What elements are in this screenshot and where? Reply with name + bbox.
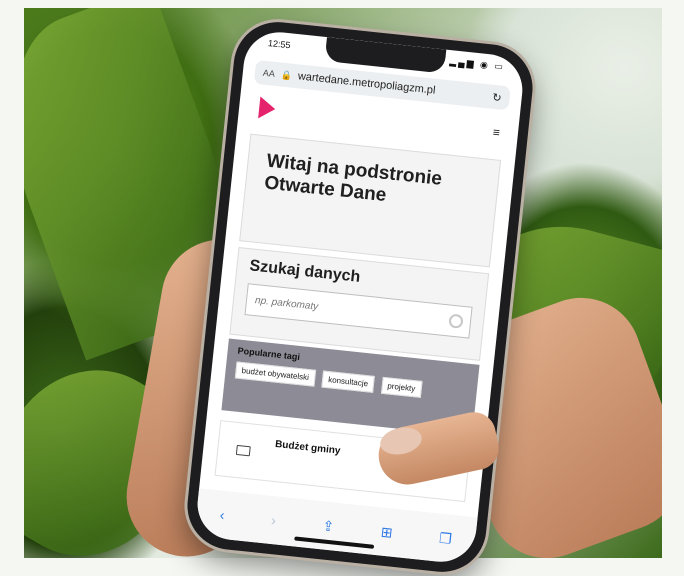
reader-button[interactable]: AA: [262, 68, 275, 79]
site-logo[interactable]: [258, 96, 277, 121]
tag-projekty[interactable]: projekty: [380, 376, 423, 398]
tabs-icon[interactable]: ❐: [438, 529, 452, 547]
status-time: 12:55: [267, 38, 291, 51]
phone-screen: 12:55 ▂▄▆ ◉ ▭ AA 🔒 wartedane.metropoliag…: [194, 28, 526, 566]
url-text: wartedane.metropoliagzm.pl: [297, 70, 437, 97]
forward-icon[interactable]: ›: [270, 512, 276, 528]
back-icon[interactable]: ‹: [219, 507, 225, 523]
welcome-card: Witaj na podstronie Otwarte Dane: [239, 133, 502, 268]
budget-title: Budżet gminy: [274, 438, 341, 457]
reload-icon[interactable]: ↻: [492, 90, 503, 104]
menu-icon[interactable]: ≡: [492, 125, 500, 140]
tag-budzet-obywatelski[interactable]: budżet obywatelski: [234, 361, 316, 387]
share-icon[interactable]: ⇪: [322, 517, 335, 535]
smartphone: 12:55 ▂▄▆ ◉ ▭ AA 🔒 wartedane.metropoliag…: [183, 17, 537, 576]
tag-konsultacje[interactable]: konsultacje: [321, 370, 375, 393]
folder-icon: [235, 444, 251, 457]
page-title: Witaj na podstronie Otwarte Dane: [263, 150, 443, 207]
lock-icon: 🔒: [280, 69, 293, 81]
status-icons: ▂▄▆ ◉ ▭: [449, 56, 506, 72]
bookmarks-icon[interactable]: ⊞: [380, 523, 393, 541]
